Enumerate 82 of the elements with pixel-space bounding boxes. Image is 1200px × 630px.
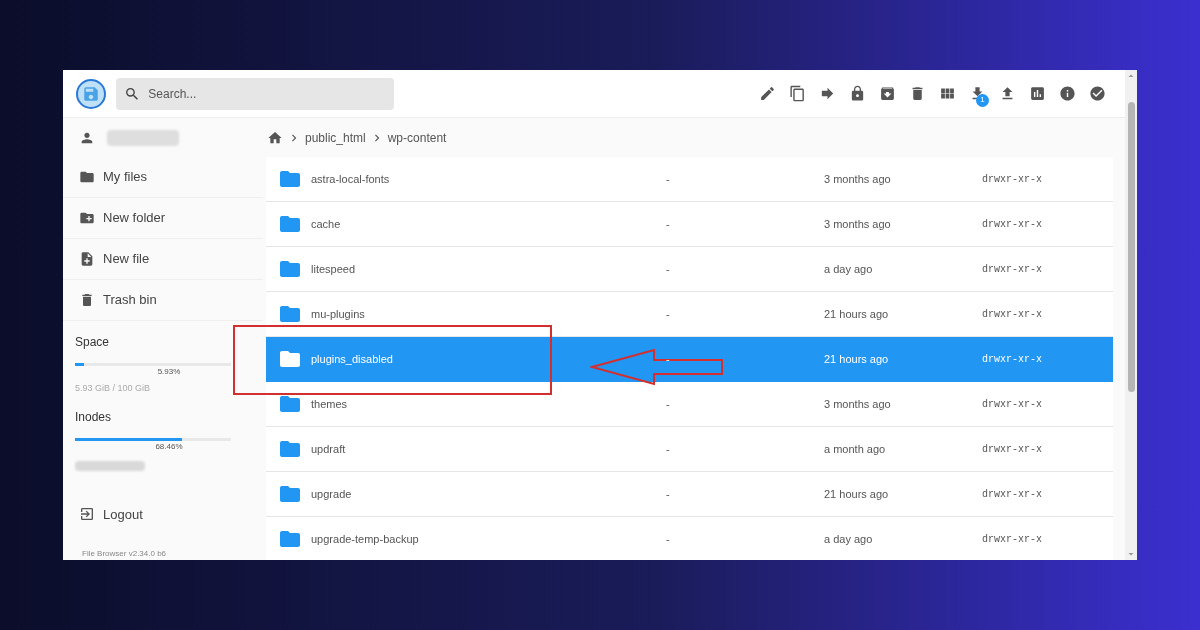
download-count-badge: 1 <box>976 93 989 107</box>
file-row[interactable]: litespeed - a day ago drwxr-xr-x <box>266 247 1113 292</box>
file-row[interactable]: updraft - a month ago drwxr-xr-x <box>266 427 1113 472</box>
file-size: - <box>666 441 671 457</box>
file-modified: 3 months ago <box>824 216 892 232</box>
file-size: - <box>666 261 671 277</box>
breadcrumb-link[interactable]: public_html <box>305 128 366 147</box>
file-permissions: drwxr-xr-x <box>982 487 1042 502</box>
trash-icon <box>79 292 95 309</box>
logout-icon <box>79 506 95 523</box>
file-size: - <box>666 216 671 232</box>
file-permissions: drwxr-xr-x <box>982 307 1042 322</box>
redacted-name <box>107 129 179 146</box>
file-modified: a month ago <box>824 441 887 457</box>
logout-button[interactable]: Logout <box>63 504 263 524</box>
file-modified: a day ago <box>824 261 874 277</box>
file-permissions: drwxr-xr-x <box>982 217 1042 232</box>
scroll-thumb[interactable] <box>1127 102 1135 392</box>
edit-button[interactable] <box>758 84 776 103</box>
copy-icon <box>788 85 806 102</box>
file-size: - <box>666 396 671 412</box>
check-button[interactable] <box>1088 84 1106 103</box>
file-permissions: drwxr-xr-x <box>982 262 1042 277</box>
file-modified: 3 months ago <box>824 396 892 412</box>
new-file-icon <box>79 251 95 268</box>
chart-button[interactable] <box>1028 84 1046 103</box>
file-name: themes <box>311 396 349 412</box>
copy-button[interactable] <box>788 84 806 103</box>
edit-icon <box>758 85 776 102</box>
redacted-text <box>75 460 145 471</box>
file-name: cache <box>311 216 342 232</box>
file-permissions: drwxr-xr-x <box>982 532 1042 547</box>
sidebar-item[interactable]: Trash bin <box>63 280 263 322</box>
file-row[interactable]: astra-local-fonts - 3 months ago drwxr-xr-x <box>266 157 1113 202</box>
meter-title: Inodes <box>75 408 113 426</box>
file-name: upgrade-temp-backup <box>311 531 420 547</box>
file-size: - <box>666 171 671 187</box>
file-modified: 3 months ago <box>824 171 892 187</box>
archive-icon <box>878 85 896 102</box>
logo-icon <box>76 78 106 109</box>
check-icon <box>1088 85 1106 102</box>
file-name: upgrade <box>311 486 353 502</box>
file-size: - <box>666 486 671 502</box>
file-name: litespeed <box>311 261 357 277</box>
file-size: - <box>666 531 671 547</box>
file-row[interactable]: upgrade-temp-backup - a day ago drwxr-xr-x <box>266 517 1113 560</box>
file-row[interactable]: themes - 3 months ago drwxr-xr-x <box>266 382 1113 427</box>
search-field[interactable]: Search... <box>148 84 386 103</box>
sidebar-item[interactable]: New folder <box>63 198 263 240</box>
file-name: astra-local-fonts <box>311 171 391 187</box>
meter-reading: 68.46% <box>154 440 183 453</box>
meter-detail: 5.93 GiB / 100 GiB <box>75 382 152 396</box>
file-modified: a day ago <box>824 531 874 547</box>
file-permissions: drwxr-xr-x <box>982 172 1042 187</box>
version-text: File Browser v2.34.0 b6 <box>82 548 168 560</box>
file-permissions: drwxr-xr-x <box>982 352 1042 367</box>
chart-icon <box>1028 85 1046 102</box>
scrollbar[interactable] <box>1125 70 1137 560</box>
info-icon <box>1058 85 1076 102</box>
sidebar-item[interactable]: New file <box>63 239 263 281</box>
file-permissions: drwxr-xr-x <box>982 442 1042 457</box>
file-row[interactable]: upgrade - 21 hours ago drwxr-xr-x <box>266 472 1113 517</box>
file-size: - <box>666 351 671 367</box>
file-name: updraft <box>311 441 347 457</box>
sidebar-item[interactable]: My files <box>63 157 263 199</box>
file-row[interactable]: cache - 3 months ago drwxr-xr-x <box>266 202 1113 247</box>
info-button[interactable] <box>1058 84 1076 103</box>
file-name: plugins_disabled <box>311 351 394 367</box>
file-name: mu-plugins <box>311 306 366 322</box>
file-modified: 21 hours ago <box>824 486 890 502</box>
file-size: - <box>666 306 671 322</box>
search-bar[interactable]: Search... <box>116 77 394 110</box>
file-modified: 21 hours ago <box>824 306 890 322</box>
meter-reading: 5.93% <box>156 366 181 379</box>
breadcrumb-link[interactable]: wp-content <box>387 128 447 147</box>
file-permissions: drwxr-xr-x <box>982 397 1042 412</box>
file-modified: 21 hours ago <box>824 351 890 367</box>
file-row[interactable]: plugins_disabled - 21 hours ago drwxr-xr-x <box>266 337 1113 382</box>
archive-button[interactable] <box>878 84 896 103</box>
meter-title: Space <box>75 334 111 352</box>
file-row[interactable]: mu-plugins - 21 hours ago drwxr-xr-x <box>266 292 1113 337</box>
home-icon[interactable] <box>267 129 283 146</box>
